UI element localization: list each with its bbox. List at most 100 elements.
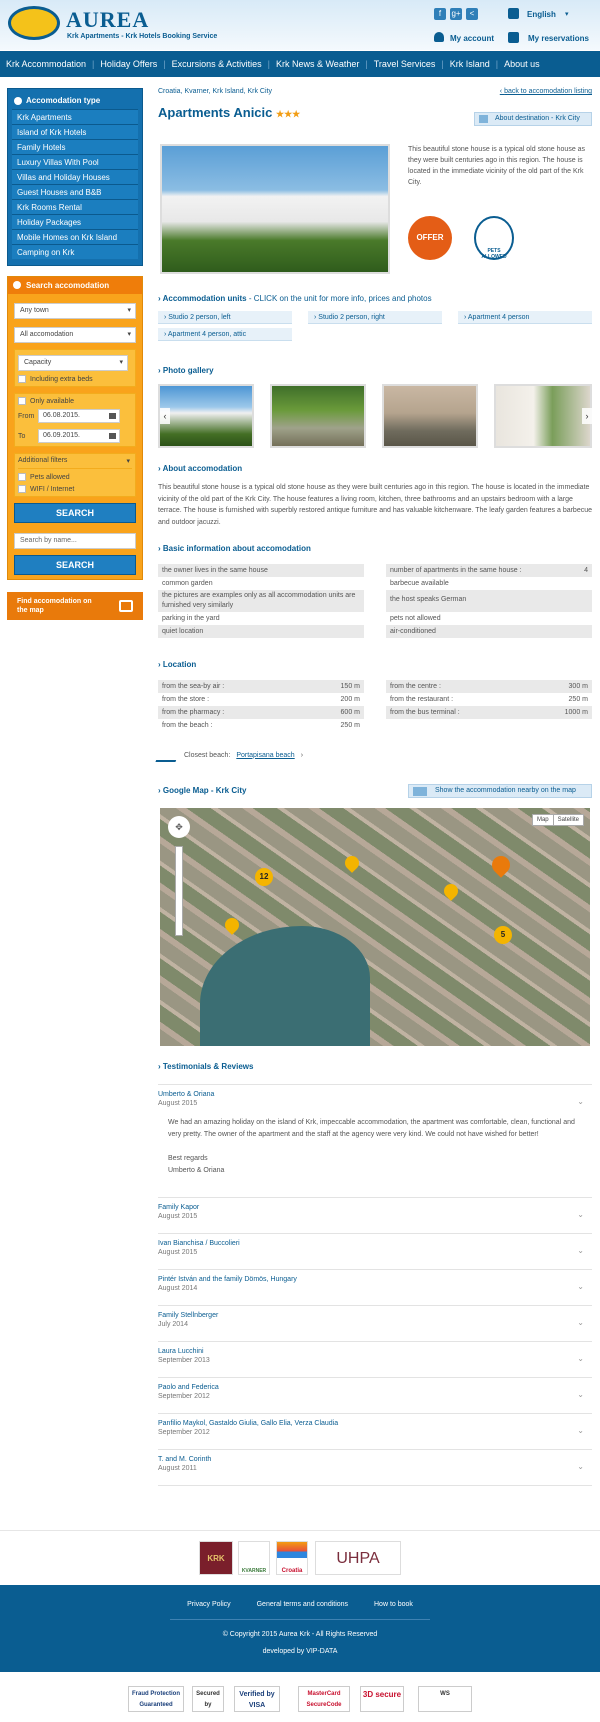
testimonial-item[interactable]: Ivan Bianchisa / Buccolieri August 2015 ⌄	[158, 1234, 592, 1270]
testimonial-item[interactable]: Umberto & Oriana August 2015 ⌄ We had an…	[158, 1084, 592, 1198]
testimonial-item[interactable]: Pintér István and the family Dömös, Hung…	[158, 1270, 592, 1306]
sidebar-item[interactable]: Luxury Villas With Pool	[12, 154, 138, 169]
seal-ws[interactable]: WS	[418, 1686, 472, 1712]
chevron-down-icon[interactable]: ⌄	[577, 1097, 584, 1106]
search-button[interactable]: SEARCH	[14, 503, 136, 523]
seal-verified-visa[interactable]: Verified by VISA	[234, 1686, 280, 1712]
facebook-icon[interactable]: f	[434, 8, 446, 20]
nav-item-news[interactable]: Krk News & Weather	[270, 59, 365, 69]
filters-header[interactable]: Additional filters ▾	[18, 457, 132, 469]
gallery-thumb[interactable]	[382, 384, 478, 448]
share-icon[interactable]: <	[466, 8, 478, 20]
sidebar-item[interactable]: Villas and Holiday Houses	[12, 169, 138, 184]
accom-select[interactable]: All accomodation ▾	[14, 327, 136, 343]
logo-text[interactable]: AUREA	[66, 7, 149, 33]
gallery-thumb[interactable]	[494, 384, 592, 448]
unit-item[interactable]: › Studio 2 person, left	[158, 311, 292, 324]
from-date-input[interactable]: 06.08.2015.	[38, 409, 120, 423]
nav-item-island[interactable]: Krk Island	[444, 59, 496, 69]
sidebar-item[interactable]: Krk Rooms Rental	[12, 199, 138, 214]
nav-item-offers[interactable]: Holiday Offers	[94, 59, 163, 69]
my-reservations-link[interactable]: My reservations	[528, 34, 589, 43]
about-destination-button[interactable]: About destination - Krk City	[474, 112, 592, 126]
checkbox-box[interactable]	[18, 473, 26, 481]
map-cluster[interactable]: 12	[255, 868, 273, 886]
footer-link-howtobook[interactable]: How to book	[374, 1601, 413, 1608]
nav-item-excursions[interactable]: Excursions & Activities	[166, 59, 268, 69]
checkbox-box[interactable]	[18, 397, 26, 405]
testimonial-item[interactable]: Panfilio Maykol, Gastaldo Giulia, Gallo …	[158, 1414, 592, 1450]
footer-link-terms[interactable]: General terms and conditions	[257, 1601, 348, 1608]
pan-control-icon[interactable]: ✥	[168, 816, 190, 838]
nav-item-travel[interactable]: Travel Services	[368, 59, 442, 69]
partner-logo-krk[interactable]: KRK	[199, 1541, 233, 1575]
chevron-down-icon[interactable]: ⌄	[577, 1210, 584, 1219]
testimonial-item[interactable]: Laura Lucchini September 2013 ⌄	[158, 1342, 592, 1378]
sidebar-item[interactable]: Krk Apartments	[12, 109, 138, 124]
seal-mastercard[interactable]: MasterCard SecureCode	[298, 1686, 350, 1712]
map-type-satellite[interactable]: Satellite	[552, 815, 583, 825]
search-by-name-button[interactable]: SEARCH	[14, 555, 136, 575]
seal-fraud-protection[interactable]: Fraud Protection Guaranteed	[128, 1686, 184, 1712]
only-available-checkbox[interactable]: Only available	[18, 397, 132, 405]
calendar-icon[interactable]	[109, 433, 116, 439]
chevron-down-icon[interactable]: ⌄	[577, 1426, 584, 1435]
testimonial-item[interactable]: Family Kapor August 2015 ⌄	[158, 1198, 592, 1234]
chevron-down-icon[interactable]: ⌄	[577, 1390, 584, 1399]
show-nearby-button[interactable]: Show the accommodation nearby on the map	[408, 784, 592, 798]
chevron-down-icon[interactable]: ⌄	[577, 1282, 584, 1291]
town-select[interactable]: Any town ▾	[14, 303, 136, 319]
sidebar-item[interactable]: Guest Houses and B&B	[12, 184, 138, 199]
seal-secured[interactable]: Secured by	[192, 1686, 224, 1712]
checkbox-box[interactable]	[18, 375, 26, 383]
developer-credit[interactable]: developed by VIP-DATA	[0, 1648, 600, 1655]
sidebar-item[interactable]: Camping on Krk	[12, 244, 138, 259]
nav-item-about[interactable]: About us	[498, 59, 546, 69]
chevron-right-icon[interactable]: ›	[582, 408, 592, 424]
to-date-input[interactable]: 06.09.2015.	[38, 429, 120, 443]
sidebar-item[interactable]: Holiday Packages	[12, 214, 138, 229]
testimonial-item[interactable]: Paolo and Federica September 2012 ⌄	[158, 1378, 592, 1414]
nav-item-accommodation[interactable]: Krk Accommodation	[0, 59, 92, 69]
logo[interactable]	[8, 6, 60, 40]
chevron-down-icon[interactable]: ⌄	[577, 1318, 584, 1327]
googleplus-icon[interactable]: g+	[450, 8, 462, 20]
map-cluster[interactable]: 5	[494, 926, 512, 944]
unit-item[interactable]: › Apartment 4 person, attic	[158, 328, 292, 341]
seal-3d-secure[interactable]: 3D secure	[360, 1686, 404, 1712]
testimonial-item[interactable]: Family Stellnberger July 2014 ⌄	[158, 1306, 592, 1342]
unit-item[interactable]: › Studio 2 person, right	[308, 311, 442, 324]
footer-link-privacy[interactable]: Privacy Policy	[187, 1601, 231, 1608]
wifi-checkbox[interactable]: WIFI / Internet	[18, 485, 132, 493]
special-offer-badge[interactable]: OFFER	[408, 216, 452, 260]
chevron-down-icon[interactable]: ⌄	[577, 1354, 584, 1363]
hero-image[interactable]	[160, 144, 390, 274]
testimonial-item[interactable]: T. and M. Corinth August 2011 ⌄	[158, 1450, 592, 1486]
zoom-slider[interactable]	[175, 846, 183, 936]
pets-checkbox[interactable]: Pets allowed	[18, 473, 132, 481]
partner-logo-croatia[interactable]: Croatia	[276, 1541, 308, 1575]
back-link[interactable]: ‹ back to accomodation listing	[500, 88, 592, 95]
calendar-icon[interactable]	[109, 413, 116, 419]
gallery-thumb[interactable]	[158, 384, 254, 448]
map-type-map[interactable]: Map	[533, 815, 553, 825]
unit-item[interactable]: › Apartment 4 person	[458, 311, 592, 324]
my-account-link[interactable]: My account	[450, 34, 494, 43]
partner-logo-uhpa[interactable]: UHPA	[315, 1541, 401, 1575]
checkbox-box[interactable]	[18, 485, 26, 493]
chevron-left-icon[interactable]: ‹	[160, 408, 170, 424]
partner-logo-kvarner[interactable]: KVARNER	[238, 1541, 270, 1575]
language-select[interactable]: English	[527, 10, 556, 19]
chevron-down-icon[interactable]: ⌄	[577, 1246, 584, 1255]
capacity-select[interactable]: Capacity ▾	[18, 355, 128, 371]
find-on-map-button[interactable]: Find accomodation on the map	[7, 592, 143, 620]
closest-beach-link[interactable]: Portapisana beach	[236, 752, 294, 759]
search-name-input[interactable]: Search by name...	[14, 533, 136, 549]
sidebar-item[interactable]: Family Hotels	[12, 139, 138, 154]
google-map[interactable]: ✥ Map Satellite 12 5	[160, 808, 590, 1046]
sidebar-item[interactable]: Mobile Homes on Krk Island	[12, 229, 138, 244]
chevron-down-icon[interactable]: ▾	[565, 10, 569, 18]
gallery-thumb[interactable]	[270, 384, 366, 448]
chevron-down-icon[interactable]: ⌄	[577, 1462, 584, 1471]
sidebar-item[interactable]: Island of Krk Hotels	[12, 124, 138, 139]
